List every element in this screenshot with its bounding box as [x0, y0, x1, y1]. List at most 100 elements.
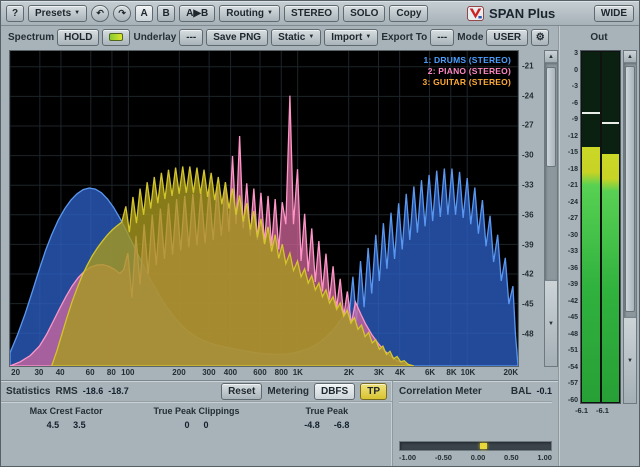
- db-tick-label: -30: [522, 151, 534, 160]
- scroll-down-button[interactable]: ▼: [545, 280, 557, 366]
- scroll-up-button[interactable]: ▲: [545, 51, 557, 63]
- db-tick-label: -42: [522, 270, 534, 279]
- redo-button[interactable]: ↷: [113, 5, 131, 22]
- dropdown-icon: ▼: [308, 34, 314, 40]
- settings-gear-button[interactable]: ⚙: [531, 29, 549, 46]
- meter-area: 30-3-6-9-12-15-18-21-24-27-30-33-36-39-4…: [559, 48, 639, 404]
- meter-scroll-down-button[interactable]: ▼: [624, 317, 636, 403]
- undo-button[interactable]: ↶: [91, 5, 109, 22]
- freq-tick-label: 400: [224, 368, 237, 377]
- statistics-values: Max Crest Factor 4.53.5 True Peak Clippi…: [1, 406, 392, 430]
- underlay-label: Underlay: [133, 32, 176, 43]
- wide-button[interactable]: WIDE: [594, 5, 634, 22]
- freq-tick-label: 20K: [503, 368, 518, 377]
- ab-b-button[interactable]: B: [157, 5, 175, 22]
- meter-peak-marker: [582, 112, 600, 114]
- db-axis: -21-24-27-30-33-36-39-42-45-48: [519, 50, 544, 367]
- plot-region: 1: DRUMS (STEREO)2: PIANO (STEREO)3: GUI…: [1, 48, 558, 380]
- meter-bar[interactable]: [602, 52, 620, 402]
- help-button[interactable]: ?: [6, 5, 24, 22]
- channel-mode-button[interactable]: STEREO: [284, 5, 339, 22]
- spectrum-svg: [10, 51, 518, 366]
- import-label: Import: [331, 32, 362, 43]
- max-crest-left-value: 4.5: [47, 420, 60, 430]
- meter-scroll-track[interactable]: [624, 63, 636, 317]
- underlay-select-button[interactable]: ---: [179, 29, 203, 46]
- color-swatch-icon: [109, 33, 123, 41]
- reset-button[interactable]: Reset: [221, 383, 262, 400]
- hold-button[interactable]: HOLD: [57, 29, 99, 46]
- plugin-title: SPAN Plus: [489, 6, 555, 21]
- legend-item[interactable]: 2: PIANO (STEREO): [423, 66, 511, 77]
- freq-tick-label: 30: [34, 368, 43, 377]
- bottom-panel: Statistics RMS -18.6 -18.7 Reset Meterin…: [1, 380, 558, 466]
- meter-bar-level: [602, 154, 620, 403]
- meter-scroll-thumb[interactable]: [625, 66, 635, 312]
- freq-tick-label: 20: [11, 368, 20, 377]
- meter-scale: 30-3-6-9-12-15-18-21-24-27-30-33-36-39-4…: [561, 50, 580, 404]
- freq-tick-label: 1K: [293, 368, 303, 377]
- correlation-indicator: [480, 443, 487, 449]
- db-tick-label: -36: [522, 210, 534, 219]
- statistics-panel: Statistics RMS -18.6 -18.7 Reset Meterin…: [1, 381, 393, 466]
- import-dropdown-button[interactable]: Import▼: [324, 29, 378, 46]
- freq-axis: 20304060801002003004006008001K2K3K4K6K8K…: [9, 367, 519, 380]
- scroll-track[interactable]: [545, 63, 557, 280]
- correlation-header: Correlation Meter BAL -0.1: [399, 381, 552, 402]
- freq-tick-label: 8K: [446, 368, 456, 377]
- correlation-title: Correlation Meter: [399, 386, 482, 397]
- meter-scroll-up-button[interactable]: ▲: [624, 51, 636, 63]
- db-tick-label: -21: [522, 61, 534, 70]
- presets-label: Presets: [35, 8, 71, 19]
- db-tick-label: -45: [522, 300, 534, 309]
- rms-label: RMS: [55, 386, 77, 397]
- freq-tick-label: 4K: [395, 368, 405, 377]
- meter-scale-label: -42: [561, 298, 578, 305]
- db-tick-label: -39: [522, 240, 534, 249]
- meter-scale-label: -30: [561, 232, 578, 239]
- legend-item[interactable]: 3: GUITAR (STEREO): [423, 77, 511, 88]
- tpc-right-value: 0: [203, 420, 208, 430]
- ab-a-button[interactable]: A: [135, 5, 153, 22]
- meter-scale-label: 0: [561, 67, 578, 74]
- meter-bar[interactable]: [582, 52, 600, 402]
- meter-scale-label: -6: [561, 100, 578, 107]
- rms-left-value: -18.6: [83, 386, 104, 396]
- freq-tick-label: 80: [107, 368, 116, 377]
- dbfs-button[interactable]: DBFS: [314, 383, 355, 400]
- meter-scale-label: -39: [561, 281, 578, 288]
- copy-button[interactable]: Copy: [389, 5, 428, 22]
- freq-tick-label: 3K: [374, 368, 384, 377]
- scroll-thumb[interactable]: [546, 67, 556, 167]
- mode-select-button[interactable]: USER: [486, 29, 528, 46]
- static-label: Static: [278, 32, 305, 43]
- tp-button[interactable]: TP: [360, 383, 387, 400]
- tpc-left-value: 0: [184, 420, 189, 430]
- plot-column: 1: DRUMS (STEREO)2: PIANO (STEREO)3: GUI…: [9, 50, 519, 380]
- freq-tick-label: 40: [56, 368, 65, 377]
- meter-scale-label: -57: [561, 380, 578, 387]
- dropdown-icon: ▼: [267, 10, 273, 16]
- meter-scale-label: -54: [561, 364, 578, 371]
- true-peak-clippings-group: True Peak Clippings 00: [131, 406, 261, 430]
- presets-button[interactable]: Presets▼: [28, 5, 87, 22]
- a-to-b-copy-button[interactable]: A▶B: [179, 5, 215, 22]
- spectrum-color-button[interactable]: [102, 29, 130, 46]
- spectrum-display[interactable]: 1: DRUMS (STEREO)2: PIANO (STEREO)3: GUI…: [9, 50, 519, 367]
- meter-range-scrollbar[interactable]: ▲ ▼: [623, 50, 637, 404]
- db-tick-label: -48: [522, 330, 534, 339]
- static-dropdown-button[interactable]: Static▼: [271, 29, 321, 46]
- routing-button[interactable]: Routing▼: [219, 5, 280, 22]
- spectrum-range-scrollbar[interactable]: ▲ ▼: [544, 50, 558, 367]
- correlation-scale-label: 1.00: [537, 453, 552, 462]
- meter-scale-label: -60: [561, 397, 578, 404]
- spectrum-section-label: Spectrum: [8, 32, 54, 43]
- meter-bar-level: [582, 147, 600, 403]
- export-to-button[interactable]: ---: [430, 29, 454, 46]
- meter-bars[interactable]: [580, 50, 621, 404]
- output-meter-panel: Out 30-3-6-9-12-15-18-21-24-27-30-33-36-…: [558, 26, 639, 466]
- legend-item[interactable]: 1: DRUMS (STEREO): [423, 55, 511, 66]
- save-png-button[interactable]: Save PNG: [206, 29, 268, 46]
- routing-label: Routing: [226, 8, 264, 19]
- solo-button[interactable]: SOLO: [343, 5, 385, 22]
